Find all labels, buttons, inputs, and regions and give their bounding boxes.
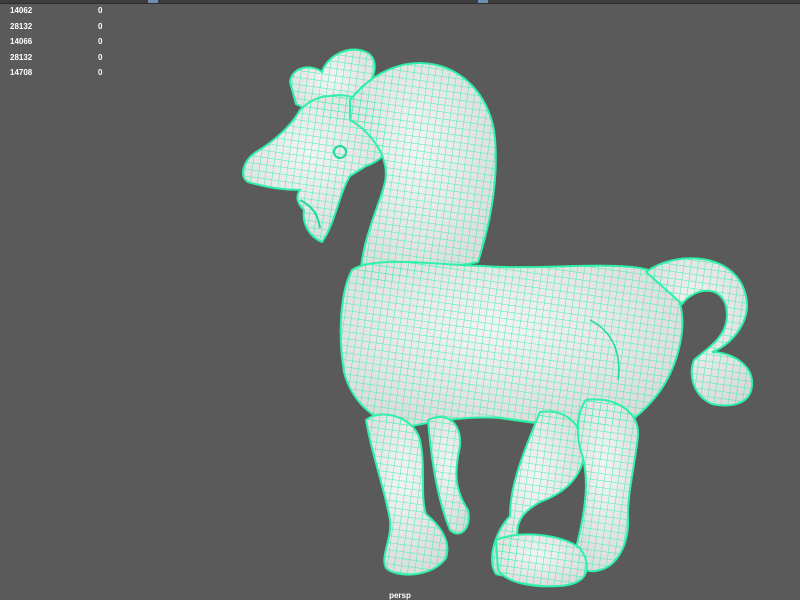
hud-extra: 0 <box>98 6 103 16</box>
camera-name-label: persp <box>389 591 411 600</box>
hud-extra: 0 <box>98 52 103 62</box>
hud-extra: 0 <box>98 37 103 47</box>
hud-value: 14066 <box>10 37 33 47</box>
hud-value: 14708 <box>10 68 33 78</box>
3d-viewport[interactable]: 14062 0 28132 0 14066 0 28132 0 14708 0 … <box>0 0 800 600</box>
hud-row: 14066 0 <box>10 34 118 50</box>
hud-value: 28132 <box>10 21 33 31</box>
hud-extra: 0 <box>98 68 103 78</box>
hud-row: 14708 0 <box>10 65 118 81</box>
hud-row: 14062 0 <box>10 3 118 19</box>
poly-count-hud: 14062 0 28132 0 14066 0 28132 0 14708 0 <box>10 3 118 81</box>
hud-row: 28132 0 <box>10 19 118 35</box>
hud-value: 14062 <box>10 6 33 16</box>
hud-value: 28132 <box>10 52 33 62</box>
hud-extra: 0 <box>98 21 103 31</box>
horse-mesh-icon[interactable] <box>0 0 800 600</box>
hud-row: 28132 0 <box>10 50 118 66</box>
